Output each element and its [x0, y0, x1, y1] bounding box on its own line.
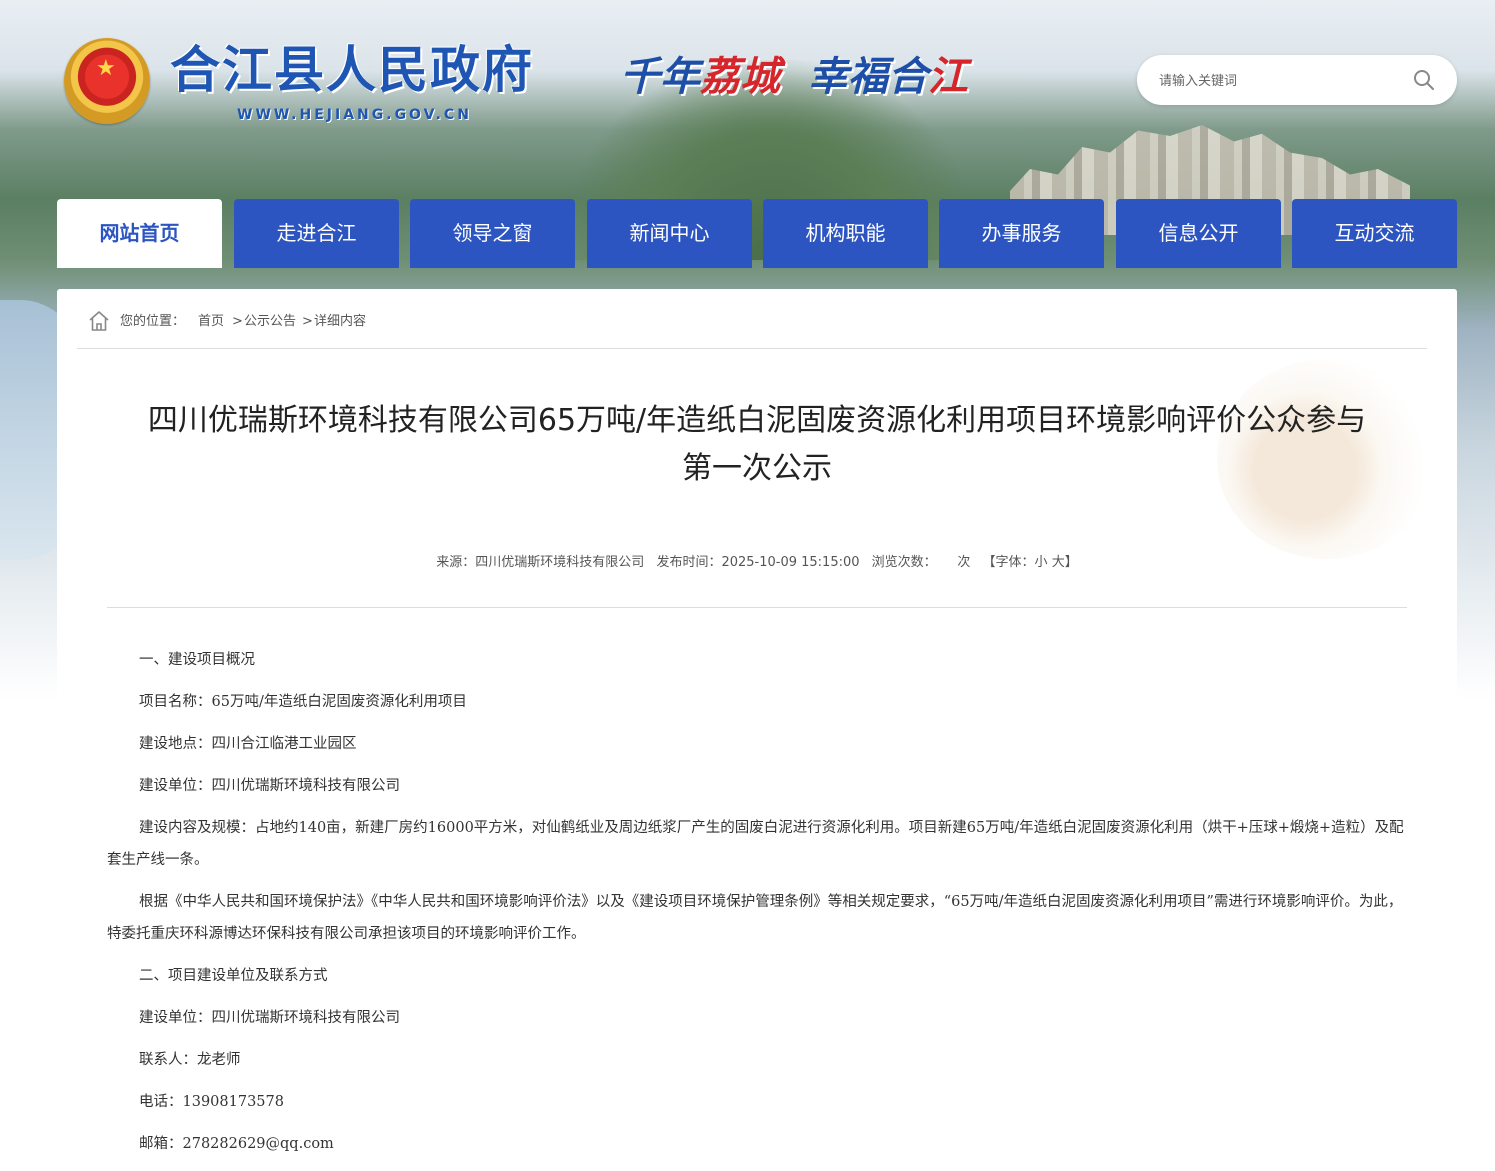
emblem-star-icon: ★: [96, 56, 116, 81]
meta-date-label: 发布时间：: [656, 555, 722, 570]
article-body: 一、建设项目概况 项目名称：65万吨/年造纸白泥固废资源化利用项目 建设地点：四…: [107, 644, 1407, 1170]
nav-info-disclosure[interactable]: 信息公开: [1116, 199, 1281, 268]
slogan-part-4: 江: [927, 54, 968, 100]
font-large-button[interactable]: 大: [1052, 555, 1065, 570]
meta-views-label: 浏览次数：: [871, 555, 937, 570]
paragraph: 项目名称：65万吨/年造纸白泥固废资源化利用项目: [139, 694, 467, 710]
breadcrumb-divider: [77, 348, 1427, 349]
paragraph: 联系人：龙老师: [139, 1052, 241, 1068]
meta-views: 浏览次数： 次: [872, 555, 971, 570]
paragraph: 建设地点：四川合江临港工业园区: [139, 736, 357, 752]
nav-services[interactable]: 办事服务: [939, 199, 1104, 268]
nav-interaction[interactable]: 互动交流: [1292, 199, 1457, 268]
meta-date-value: 2025-10-09 15:15:00: [721, 555, 860, 570]
paragraph: 建设单位：四川优瑞斯环境科技有限公司: [139, 1010, 400, 1026]
slogan-part-3: 幸福合: [807, 54, 928, 100]
nav-news-center[interactable]: 新闻中心: [587, 199, 752, 268]
slogan: 千年荔城 幸福合江: [620, 52, 1030, 102]
breadcrumb-home[interactable]: 首页: [198, 313, 224, 331]
article-title: 四川优瑞斯环境科技有限公司65万吨/年造纸白泥固废资源化利用项目环境影响评价公众…: [102, 397, 1412, 493]
breadcrumb-separator: >: [302, 314, 313, 329]
slogan-part-1: 千年: [620, 54, 700, 100]
paragraph: 建设内容及规模：占地约140亩，新建厂房约16000平方米，对仙鹤纸业及周边纸浆…: [107, 820, 1404, 868]
meta-source-value: 四川优瑞斯环境科技有限公司: [475, 555, 645, 570]
paragraph: 邮箱：278282629@qq.com: [139, 1136, 334, 1152]
home-icon: [89, 311, 109, 331]
meta-font-label: 【字体：: [982, 555, 1035, 570]
site-url: WWW.HEJIANG.GOV.CN: [237, 107, 472, 123]
meta-source-label: 来源：: [436, 555, 476, 570]
search-icon[interactable]: [1412, 68, 1436, 92]
article-title-line-2: 第一次公示: [682, 451, 832, 486]
paragraph: 根据《中华人民共和国环境保护法》《中华人民共和国环境影响评价法》以及《建设项目环…: [107, 894, 1403, 942]
breadcrumb-separator: >: [232, 314, 243, 329]
site-title[interactable]: 合江县人民政府: [170, 40, 534, 100]
meta-font-size: 【字体：小 大】: [983, 555, 1078, 570]
breadcrumb-prefix: 您的位置：: [120, 314, 186, 329]
content-panel: 您的位置： 首页 > 公示公告 > 详细内容 四川优瑞斯环境科技有限公司65万吨…: [57, 289, 1457, 1171]
nav-home[interactable]: 网站首页: [57, 199, 222, 268]
search-input[interactable]: [1157, 69, 1401, 93]
article-meta: 来源：四川优瑞斯环境科技有限公司 发布时间：2025-10-09 15:15:0…: [57, 554, 1457, 572]
meta-divider: [107, 607, 1407, 608]
article-title-line-1: 四川优瑞斯环境科技有限公司65万吨/年造纸白泥固废资源化利用项目环境影响评价公众…: [147, 403, 1367, 438]
nav-about-hejiang[interactable]: 走进合江: [234, 199, 399, 268]
paragraph: 建设单位：四川优瑞斯环境科技有限公司: [139, 778, 400, 794]
paragraph: 二、项目建设单位及联系方式: [139, 968, 328, 984]
breadcrumb-current[interactable]: 详细内容: [314, 313, 366, 331]
nav-leaders[interactable]: 领导之窗: [410, 199, 575, 268]
font-small-button[interactable]: 小: [1035, 555, 1048, 570]
slogan-part-2: 荔城: [700, 54, 780, 100]
meta-views-unit: 次: [957, 555, 971, 570]
meta-date: 发布时间：2025-10-09 15:15:00: [656, 555, 859, 570]
paragraph: 电话：13908173578: [139, 1094, 284, 1110]
meta-font-close: 】: [1064, 555, 1078, 570]
search-box: [1137, 55, 1457, 105]
national-emblem-icon: ★: [64, 38, 150, 124]
breadcrumb-section[interactable]: 公示公告: [244, 313, 296, 331]
nav-institutions[interactable]: 机构职能: [763, 199, 928, 268]
meta-source: 来源：四川优瑞斯环境科技有限公司: [436, 555, 644, 570]
paragraph: 一、建设项目概况: [139, 652, 255, 668]
